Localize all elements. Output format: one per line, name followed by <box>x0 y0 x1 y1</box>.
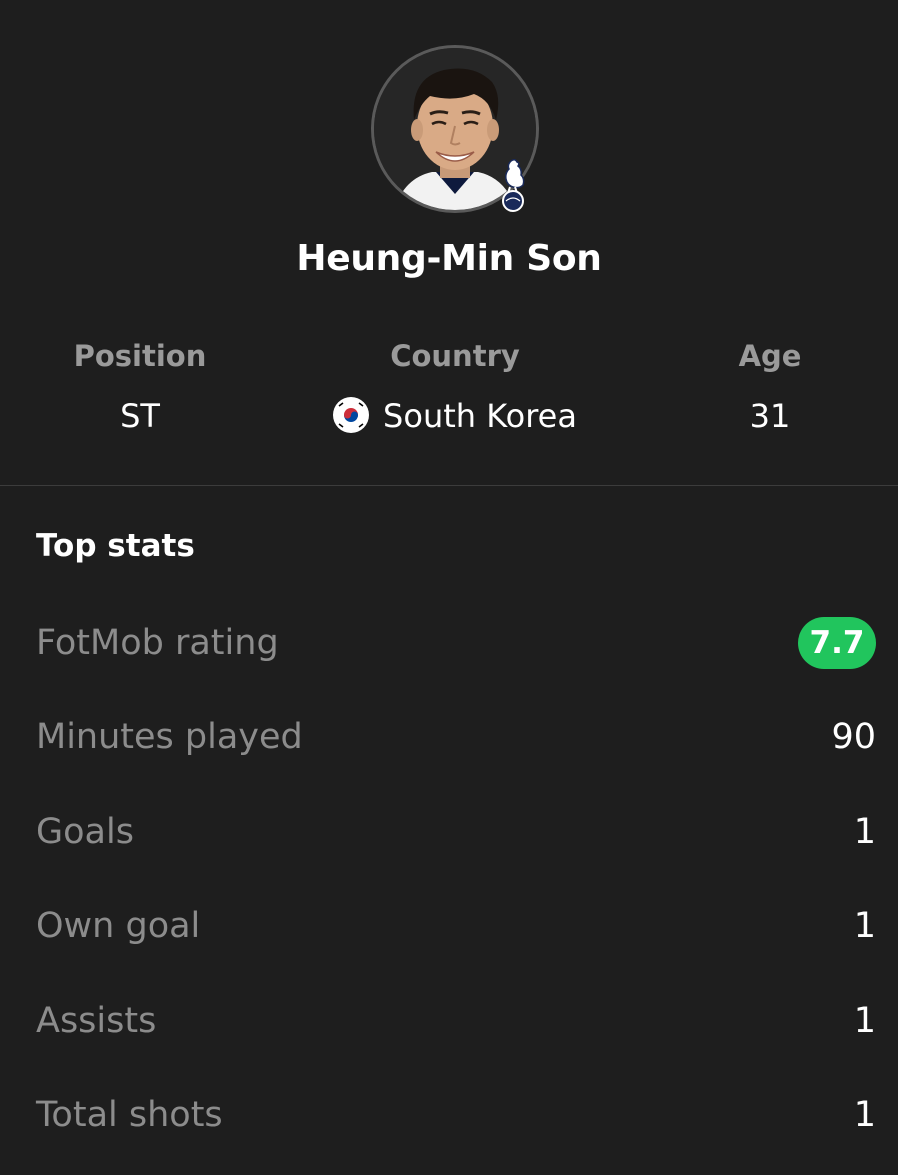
top-stats-title: Top stats <box>36 528 195 564</box>
stat-value: 1 <box>853 812 876 852</box>
stat-label: Total shots <box>36 1095 223 1135</box>
tottenham-hotspur-badge-icon <box>497 157 529 213</box>
position-label: Position <box>73 339 207 373</box>
stat-label: Own goal <box>36 906 201 946</box>
country-value-row: South Korea <box>300 396 610 436</box>
stat-value: 1 <box>853 906 876 946</box>
player-avatar-container[interactable] <box>371 45 539 213</box>
player-header: Heung-Min Son Position ST Country South … <box>0 0 898 486</box>
stat-row-goals[interactable]: Goals 1 <box>36 807 876 857</box>
rating-badge: 7.7 <box>798 617 876 669</box>
position-info: Position ST <box>40 336 240 436</box>
age-label: Age <box>738 339 802 373</box>
stat-row-total-shots[interactable]: Total shots 1 <box>36 1090 876 1140</box>
country-info[interactable]: Country South Korea <box>300 336 610 436</box>
player-name: Heung-Min Son <box>296 238 602 279</box>
stat-value: 1 <box>853 1095 876 1135</box>
stat-label: Assists <box>36 1001 157 1041</box>
country-value: South Korea <box>383 397 577 435</box>
stat-value: 90 <box>831 717 876 757</box>
south-korea-flag-icon <box>333 397 370 433</box>
age-info: Age 31 <box>670 336 870 436</box>
stat-row-fotmob-rating[interactable]: FotMob rating 7.7 <box>36 617 876 669</box>
stat-row-assists[interactable]: Assists 1 <box>36 996 876 1046</box>
stat-label: FotMob rating <box>36 623 279 663</box>
section-divider <box>0 485 898 486</box>
position-value: ST <box>120 397 160 435</box>
stat-value: 1 <box>853 1001 876 1041</box>
country-label: Country <box>390 339 520 373</box>
stat-label: Minutes played <box>36 717 303 757</box>
player-stats-page: Heung-Min Son Position ST Country South … <box>0 0 898 1175</box>
stat-label: Goals <box>36 812 134 852</box>
stat-row-minutes-played[interactable]: Minutes played 90 <box>36 712 876 762</box>
age-value: 31 <box>749 397 791 435</box>
stat-row-own-goal[interactable]: Own goal 1 <box>36 901 876 951</box>
